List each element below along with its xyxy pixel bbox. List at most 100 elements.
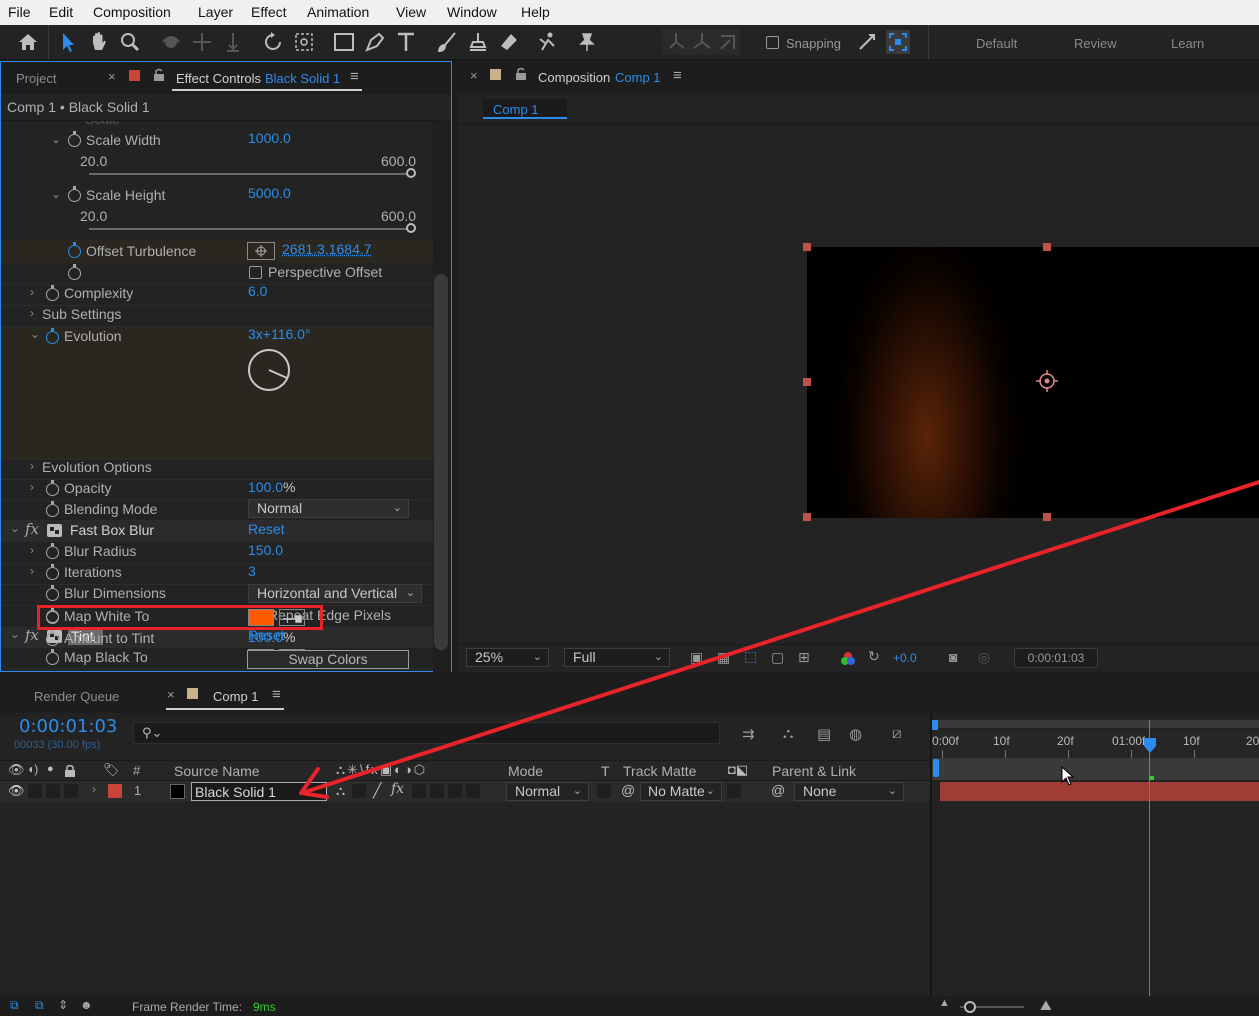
stopwatch-icon[interactable] (46, 564, 59, 580)
snap-edges-icon[interactable] (855, 30, 879, 54)
tab-render-queue[interactable]: Render Queue (34, 689, 119, 704)
selection-tool-icon[interactable] (56, 30, 80, 54)
chevron-right-icon[interactable]: › (30, 564, 34, 578)
stopwatch-icon[interactable] (46, 501, 59, 517)
close-icon[interactable]: × (108, 69, 116, 84)
render-time-toggle-icon[interactable]: ☻ (80, 998, 93, 1012)
column-track-matte[interactable]: Track Matte (623, 763, 696, 779)
parent-pick-whip-icon[interactable]: @ (771, 782, 785, 798)
collapse-toggle[interactable] (352, 784, 366, 798)
solo-toggle[interactable] (46, 784, 60, 798)
reset-exposure-icon[interactable]: ↻ (868, 648, 880, 665)
snapping-checkbox[interactable] (766, 36, 779, 49)
mask-visibility-icon[interactable]: ⬚ (744, 648, 757, 665)
view-axis-icon[interactable] (716, 30, 740, 54)
snap-grid-icon[interactable] (886, 30, 910, 54)
blur-dimensions-dropdown[interactable]: Horizontal and Vertical ⌄ (248, 584, 422, 603)
stopwatch-icon[interactable] (68, 131, 81, 147)
opacity-value[interactable]: 100.0 (248, 479, 283, 495)
zoom-tool-icon[interactable] (118, 30, 142, 54)
chevron-right-icon[interactable]: › (30, 480, 34, 494)
stopwatch-icon[interactable] (68, 186, 81, 202)
scale-width-value[interactable]: 1000.0 (248, 130, 291, 146)
frame-blending-icon[interactable]: ▤ (817, 725, 831, 743)
exposure-value[interactable]: +0.0 (893, 651, 917, 665)
scrollbar-thumb[interactable] (434, 274, 448, 650)
quality-icon[interactable]: ╱ (373, 782, 381, 799)
puppet-pin-tool-icon[interactable] (575, 30, 599, 54)
layer-name-field[interactable]: Black Solid 1 (191, 782, 327, 801)
layer-label-color[interactable] (108, 784, 122, 798)
menu-edit[interactable]: Edit (49, 4, 73, 20)
grid-guides-icon[interactable]: ⊞ (798, 649, 810, 666)
close-icon[interactable]: × (167, 687, 175, 702)
local-axis-icon[interactable] (664, 30, 688, 54)
menu-window[interactable]: Window (447, 4, 497, 20)
amount-to-tint-value[interactable]: 100.0 (248, 629, 283, 645)
chevron-right-icon[interactable]: › (30, 306, 34, 320)
chevron-down-icon[interactable]: ⌄ (30, 327, 40, 341)
tab-effect-controls[interactable]: Effect Controls (176, 71, 261, 86)
comp-flowchart-icon[interactable]: ⧉ (10, 998, 19, 1013)
shy-icon[interactable]: ⛬ (336, 783, 345, 799)
anchor-point-tool-icon[interactable] (292, 30, 316, 54)
frame-blend-toggle[interactable] (412, 784, 426, 798)
visibility-eye-icon[interactable]: 👁 (8, 783, 25, 799)
layer-handle[interactable] (1043, 513, 1051, 521)
panel-menu-icon[interactable]: ≡ (673, 67, 682, 84)
comp-mini-flowchart-icon[interactable]: ⇉ (742, 725, 755, 743)
stopwatch-icon[interactable] (68, 242, 81, 258)
blending-mode-dropdown[interactable]: Normal ⌄ (248, 499, 409, 518)
zoom-out-icon[interactable]: ▲ (939, 997, 950, 1009)
fx-icon[interactable]: fx (25, 520, 39, 538)
fast-previews-icon[interactable]: ▣ (690, 649, 703, 666)
crosshair-picker-icon[interactable] (247, 242, 275, 260)
chevron-right-icon[interactable]: › (92, 782, 96, 796)
chevron-down-icon[interactable]: ⌄ (51, 132, 61, 146)
time-ruler[interactable]: 0:00f 10f 20f 01:00f 10f 20 (932, 730, 1259, 758)
column-source-name[interactable]: Source Name (174, 763, 260, 779)
workspace-default[interactable]: Default (976, 36, 1017, 51)
pen-tool-icon[interactable] (363, 30, 387, 54)
comp-breadcrumb[interactable]: Comp 1 (483, 99, 567, 119)
track-matte-dropdown[interactable]: No Matte ⌄ (640, 782, 722, 801)
dolly-camera-icon[interactable] (221, 30, 245, 54)
menu-view[interactable]: View (396, 4, 426, 20)
fast-box-blur-reset-button[interactable]: Reset (248, 521, 285, 537)
audio-toggle[interactable] (28, 784, 42, 798)
show-snapshot-icon[interactable]: ◎ (978, 649, 990, 666)
chevron-down-icon[interactable]: ⌄ (10, 521, 20, 535)
clone-stamp-tool-icon[interactable] (466, 30, 490, 54)
in-out-toggle-icon[interactable]: ⇕ (58, 998, 68, 1012)
eraser-tool-icon[interactable] (497, 30, 521, 54)
fx-icon[interactable]: fx (391, 781, 404, 797)
current-time-display[interactable]: 0:00:01:03 (19, 716, 117, 737)
menu-composition[interactable]: Composition (93, 4, 171, 20)
offset-turbulence-value[interactable]: 2681.3,1684.7 (282, 241, 372, 257)
transparency-grid-icon[interactable]: ▦ (717, 649, 730, 666)
preserve-transparency-toggle[interactable] (597, 784, 611, 798)
work-area-start-handle[interactable] (932, 720, 938, 730)
stopwatch-icon[interactable] (46, 543, 59, 559)
chevron-right-icon[interactable]: › (30, 543, 34, 557)
layer-duration-bar[interactable] (940, 782, 1259, 801)
work-area-marker[interactable] (933, 759, 939, 777)
playhead-handle[interactable] (1143, 738, 1157, 754)
channels-icon[interactable] (840, 651, 856, 667)
panel-menu-icon[interactable]: ≡ (350, 68, 359, 85)
stopwatch-icon[interactable] (46, 328, 59, 344)
tab-effect-controls-layer[interactable]: Black Solid 1 (265, 71, 340, 86)
menu-file[interactable]: File (8, 4, 31, 20)
stopwatch-icon[interactable] (46, 585, 59, 601)
perspective-offset-checkbox[interactable] (249, 266, 262, 279)
scale-width-slider[interactable] (89, 173, 411, 175)
stopwatch-icon[interactable] (46, 480, 59, 496)
comp-viewer-frame[interactable] (807, 247, 1259, 518)
column-parent-link[interactable]: Parent & Link (772, 763, 856, 779)
eye-icon[interactable]: 👁 (8, 762, 25, 778)
evolution-dial[interactable] (247, 348, 291, 392)
parent-dropdown[interactable]: None ⌄ (794, 782, 904, 801)
stopwatch-icon[interactable] (68, 264, 81, 280)
draft-3d-icon[interactable]: ⛬ (783, 725, 794, 742)
layer-search-input[interactable]: ⚲⌄ (133, 722, 720, 744)
